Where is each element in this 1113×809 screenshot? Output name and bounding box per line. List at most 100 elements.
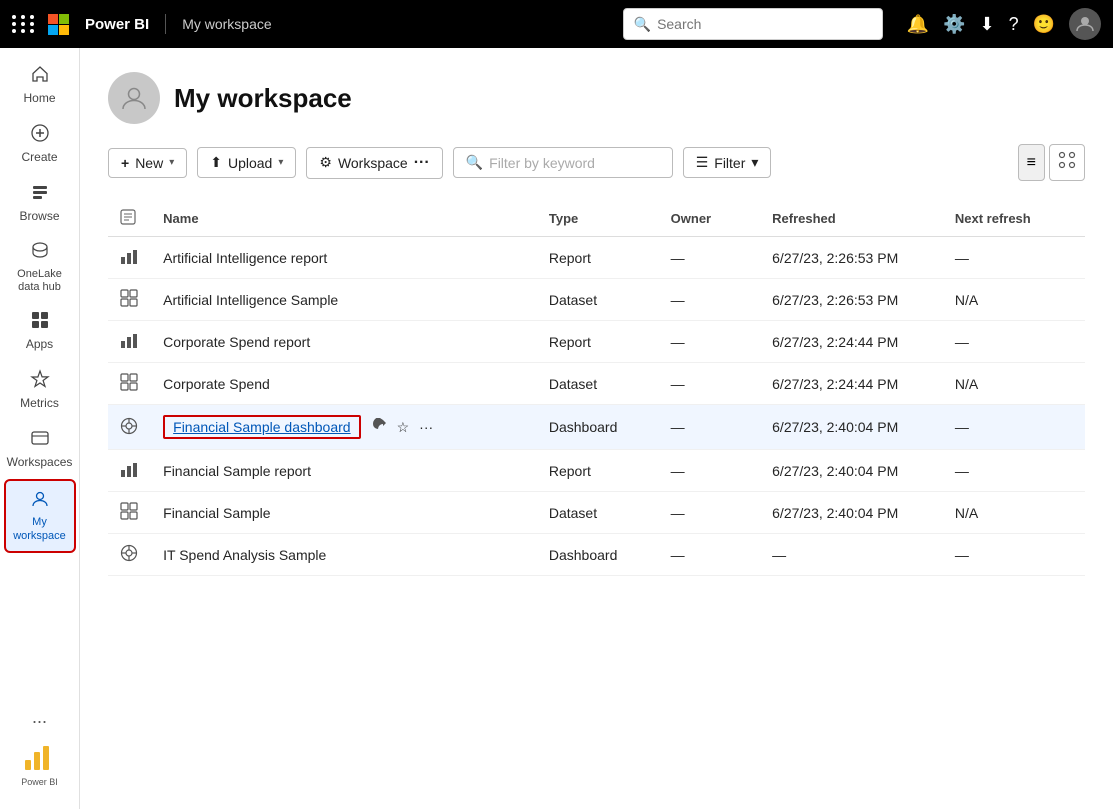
powerbi-logo-label: Power BI — [21, 777, 58, 787]
row-refreshed: 6/27/23, 2:24:44 PM — [760, 363, 943, 405]
table-row: Artificial Intelligence SampleDataset—6/… — [108, 279, 1085, 321]
workspace-avatar — [108, 72, 160, 124]
page-title: My workspace — [174, 83, 352, 114]
sidebar-item-onelake[interactable]: OneLake data hub — [4, 233, 76, 300]
table-row: Corporate Spend reportReport—6/27/23, 2:… — [108, 321, 1085, 363]
table-header: Name Type Owner Refreshed Next refresh — [108, 201, 1085, 237]
sidebar-more-button[interactable]: ... — [28, 703, 51, 732]
sidebar-item-apps-label: Apps — [26, 337, 53, 351]
row-name-link[interactable]: Financial Sample dashboard — [173, 419, 350, 435]
view-toggle: ≡ — [1018, 144, 1085, 181]
filter-chevron-icon: ▾ — [751, 154, 758, 171]
table-row: Financial Sample reportReport—6/27/23, 2… — [108, 450, 1085, 492]
list-view-button[interactable]: ≡ — [1018, 144, 1045, 181]
workspace-header: My workspace — [108, 72, 1085, 124]
user-avatar[interactable] — [1069, 8, 1101, 40]
filter-placeholder: Filter by keyword — [489, 155, 595, 171]
row-name-cell: Financial Sample dashboard ☆ ··· — [151, 405, 537, 450]
workspace-button[interactable]: ⚙ Workspace ··· — [306, 147, 442, 179]
metrics-icon — [30, 369, 50, 393]
col-refreshed: Refreshed — [760, 201, 943, 237]
row-next-refresh: — — [943, 450, 1085, 492]
search-box[interactable]: 🔍 — [623, 8, 883, 40]
sidebar: Home Create Browse OneLake data hub Apps — [0, 48, 80, 809]
sidebar-item-home[interactable]: Home — [4, 56, 76, 113]
sidebar-item-create[interactable]: Create — [4, 115, 76, 172]
col-name: Name — [151, 201, 537, 237]
row-name-cell: Financial Sample report — [151, 450, 537, 492]
row-icon — [108, 492, 151, 534]
sidebar-item-apps[interactable]: Apps — [4, 302, 76, 359]
search-icon: 🔍 — [634, 16, 651, 33]
col-next-refresh: Next refresh — [943, 201, 1085, 237]
row-icon — [108, 450, 151, 492]
sidebar-item-browse-label: Browse — [19, 209, 59, 223]
plus-icon: + — [121, 155, 129, 171]
sidebar-item-home-label: Home — [23, 91, 55, 105]
new-button[interactable]: + New ▾ — [108, 148, 187, 178]
upload-button[interactable]: ⬆ Upload ▾ — [197, 147, 296, 178]
upload-label: Upload — [228, 155, 272, 171]
row-name-cell: Financial Sample — [151, 492, 537, 534]
row-icon — [108, 237, 151, 279]
row-name-cell: Artificial Intelligence report — [151, 237, 537, 279]
row-refreshed: 6/27/23, 2:40:04 PM — [760, 450, 943, 492]
items-table: Name Type Owner Refreshed Next refresh A… — [108, 201, 1085, 576]
grid-view-button[interactable] — [1049, 144, 1085, 181]
row-owner: — — [659, 321, 760, 363]
grid-view-icon — [1058, 156, 1076, 173]
row-refreshed: 6/27/23, 2:26:53 PM — [760, 237, 943, 279]
sidebar-item-workspaces[interactable]: Workspaces — [4, 420, 76, 477]
row-icon — [108, 279, 151, 321]
search-input[interactable] — [657, 16, 872, 32]
table-row: Financial SampleDataset—6/27/23, 2:40:04… — [108, 492, 1085, 534]
row-refreshed: 6/27/23, 2:24:44 PM — [760, 321, 943, 363]
row-type: Dataset — [537, 279, 659, 321]
microsoft-logo — [48, 14, 69, 35]
row-name: Corporate Spend report — [163, 334, 310, 350]
col-owner: Owner — [659, 201, 760, 237]
main-content: My workspace + New ▾ ⬆ Upload ▾ ⚙ Worksp… — [80, 48, 1113, 809]
row-owner: — — [659, 237, 760, 279]
sidebar-item-browse[interactable]: Browse — [4, 174, 76, 231]
top-navigation: Power BI My workspace 🔍 🔔 ⚙️ ⬇ ? 🙂 — [0, 0, 1113, 48]
download-icon[interactable]: ⬇ — [979, 14, 994, 35]
filter-keyword-box[interactable]: 🔍 Filter by keyword — [453, 147, 673, 178]
table-row: Corporate SpendDataset—6/27/23, 2:24:44 … — [108, 363, 1085, 405]
row-owner: — — [659, 363, 760, 405]
row-name: Corporate Spend — [163, 376, 270, 392]
workspace-breadcrumb: My workspace — [182, 16, 271, 32]
row-name-cell: Artificial Intelligence Sample — [151, 279, 537, 321]
row-name: Financial Sample report — [163, 463, 311, 479]
filter-button[interactable]: ☰ Filter ▾ — [683, 147, 772, 178]
nav-divider — [165, 14, 166, 34]
row-type: Dashboard — [537, 534, 659, 576]
sidebar-item-my-workspace[interactable]: My workspace — [4, 479, 76, 552]
sidebar-item-metrics[interactable]: Metrics — [4, 361, 76, 418]
new-label: New — [135, 155, 163, 171]
create-icon — [30, 123, 50, 147]
help-icon[interactable]: ? — [1009, 14, 1019, 35]
share-icon[interactable] — [371, 418, 387, 437]
row-owner: — — [659, 405, 760, 450]
upload-icon: ⬆ — [210, 154, 222, 171]
workspace-more-icon: ··· — [414, 154, 430, 172]
row-name: Artificial Intelligence report — [163, 250, 327, 266]
main-layout: Home Create Browse OneLake data hub Apps — [0, 48, 1113, 809]
row-next-refresh: — — [943, 321, 1085, 363]
notification-icon[interactable]: 🔔 — [907, 14, 929, 35]
my-workspace-icon — [30, 489, 50, 513]
settings-icon[interactable]: ⚙️ — [943, 14, 965, 35]
row-owner: — — [659, 279, 760, 321]
row-next-refresh: N/A — [943, 492, 1085, 534]
topnav-action-icons: 🔔 ⚙️ ⬇ ? 🙂 — [907, 8, 1101, 40]
row-next-refresh: — — [943, 534, 1085, 576]
table-row: Financial Sample dashboard☆···Dashboard—… — [108, 405, 1085, 450]
row-owner: — — [659, 534, 760, 576]
row-owner: — — [659, 450, 760, 492]
sidebar-item-create-label: Create — [21, 150, 57, 164]
feedback-icon[interactable]: 🙂 — [1033, 14, 1055, 35]
apps-waffle-icon[interactable] — [12, 15, 36, 33]
more-options-icon[interactable]: ··· — [419, 419, 433, 435]
favorite-icon[interactable]: ☆ — [397, 419, 410, 436]
